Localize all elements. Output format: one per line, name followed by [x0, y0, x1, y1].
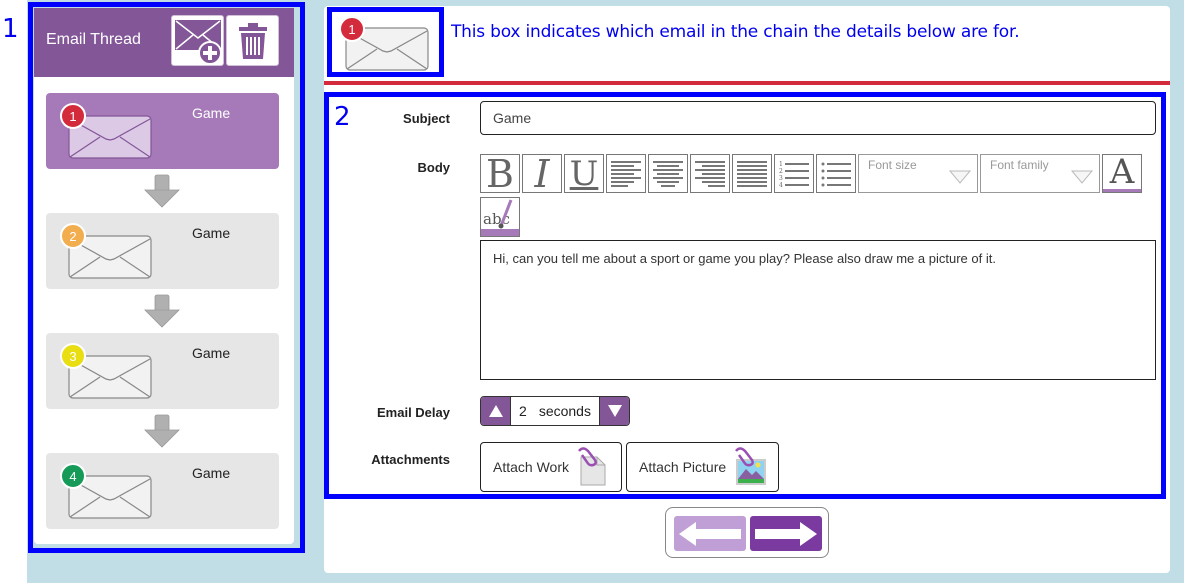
bold-button[interactable]: B	[480, 154, 520, 193]
attachments-label: Attachments	[371, 452, 450, 467]
email-navigation	[665, 507, 829, 558]
bold-icon: B	[486, 151, 514, 196]
add-email-button[interactable]	[171, 15, 224, 66]
next-email-button[interactable]	[750, 516, 822, 551]
email-card-3[interactable]: 3 Game	[46, 333, 279, 409]
email-number-badge: 4	[60, 463, 86, 489]
email-details-panel: 1 This box indicates which email in the …	[324, 6, 1170, 573]
document-attachment-icon	[578, 447, 606, 486]
svg-text:1: 1	[779, 161, 783, 168]
justify-icon	[737, 160, 767, 187]
ordered-list-icon: 1234	[779, 161, 809, 189]
email-delay-stepper[interactable]: 2 seconds	[480, 396, 630, 426]
svg-text:4: 4	[779, 182, 783, 189]
email-card-2[interactable]: 2 Game	[46, 213, 279, 289]
trash-icon	[238, 22, 267, 59]
svg-text:2: 2	[779, 168, 783, 175]
svg-text:3: 3	[779, 175, 783, 182]
annotation-indicator-text: This box indicates which email in the ch…	[451, 22, 1020, 42]
email-subject: Game	[192, 345, 231, 361]
align-right-icon	[695, 160, 725, 187]
email-card-4[interactable]: 4 Game	[46, 453, 279, 529]
divider	[324, 81, 1170, 85]
delay-decrease-button[interactable]	[600, 397, 629, 425]
attach-picture-label: Attach Picture	[639, 459, 727, 475]
previous-email-button[interactable]	[674, 516, 746, 551]
font-color-swatch	[1103, 189, 1141, 192]
delay-number: 2	[519, 403, 527, 419]
email-subject: Game	[192, 225, 231, 241]
attach-work-label: Attach Work	[493, 459, 569, 475]
callout-number-1: 1	[2, 14, 19, 44]
font-family-placeholder: Font family	[990, 158, 1049, 172]
thread-header: Email Thread	[34, 8, 294, 77]
align-center-button[interactable]	[648, 154, 688, 193]
font-size-placeholder: Font size	[868, 158, 917, 172]
align-left-icon	[611, 160, 641, 187]
spellcheck-button[interactable]: abc	[480, 197, 520, 237]
email-number-badge: 1	[60, 103, 86, 129]
email-subject: Game	[192, 105, 231, 121]
italic-icon: I	[534, 151, 550, 196]
email-subject: Game	[192, 465, 231, 481]
spellcheck-icon: abc	[481, 198, 519, 236]
underline-button[interactable]: U	[564, 154, 604, 193]
unordered-list-icon	[821, 162, 851, 186]
email-number-badge: 2	[60, 223, 86, 249]
font-size-select[interactable]: Font size	[858, 154, 978, 193]
align-center-icon	[653, 160, 683, 187]
thread-title: Email Thread	[46, 31, 141, 48]
email-thread-panel: Email Thread 1 Game 2 Game 3 Game 4 Game	[34, 8, 294, 544]
delay-increase-button[interactable]	[481, 397, 510, 425]
font-color-icon: A	[1109, 152, 1135, 192]
picture-attachment-icon	[735, 447, 767, 485]
subject-label: Subject	[403, 111, 450, 126]
body-label: Body	[417, 160, 451, 175]
attach-work-button[interactable]: Attach Work	[480, 442, 622, 492]
triangle-up-icon	[488, 405, 503, 417]
arrow-right-icon	[755, 521, 817, 546]
delay-unit: seconds	[538, 403, 591, 419]
current-email-indicator: 1	[324, 6, 445, 78]
font-family-select[interactable]: Font family	[980, 154, 1100, 193]
italic-button[interactable]: I	[522, 154, 562, 193]
down-arrow-icon	[144, 294, 180, 328]
dropdown-arrow-icon	[949, 170, 971, 184]
unordered-list-button[interactable]	[816, 154, 856, 193]
align-left-button[interactable]	[606, 154, 646, 193]
attach-picture-button[interactable]: Attach Picture	[626, 442, 779, 492]
email-number-badge: 3	[60, 343, 86, 369]
indicator-number-badge: 1	[339, 16, 365, 42]
email-card-1[interactable]: 1 Game	[46, 93, 279, 169]
envelope-plus-icon	[174, 19, 222, 65]
ordered-list-button[interactable]: 1234	[774, 154, 814, 193]
arrow-left-icon	[679, 521, 741, 546]
down-arrow-icon	[144, 414, 180, 448]
subject-input[interactable]: Game	[480, 101, 1156, 135]
delete-email-button[interactable]	[226, 15, 279, 66]
spellcheck-swatch	[481, 229, 519, 236]
dropdown-arrow-icon	[1071, 170, 1093, 184]
justify-button[interactable]	[732, 154, 772, 193]
email-delay-label: Email Delay	[377, 405, 450, 420]
font-color-button[interactable]: A	[1102, 154, 1142, 193]
delay-value: 2 seconds	[510, 397, 600, 425]
body-textarea[interactable]: Hi, can you tell me about a sport or gam…	[480, 240, 1156, 380]
page: 1 Email Thread 1 Game 2 Game 3 Game 4 Ga…	[0, 0, 1184, 583]
triangle-down-icon	[607, 405, 622, 417]
underline-icon: U	[569, 153, 599, 194]
align-right-button[interactable]	[690, 154, 730, 193]
down-arrow-icon	[144, 174, 180, 208]
